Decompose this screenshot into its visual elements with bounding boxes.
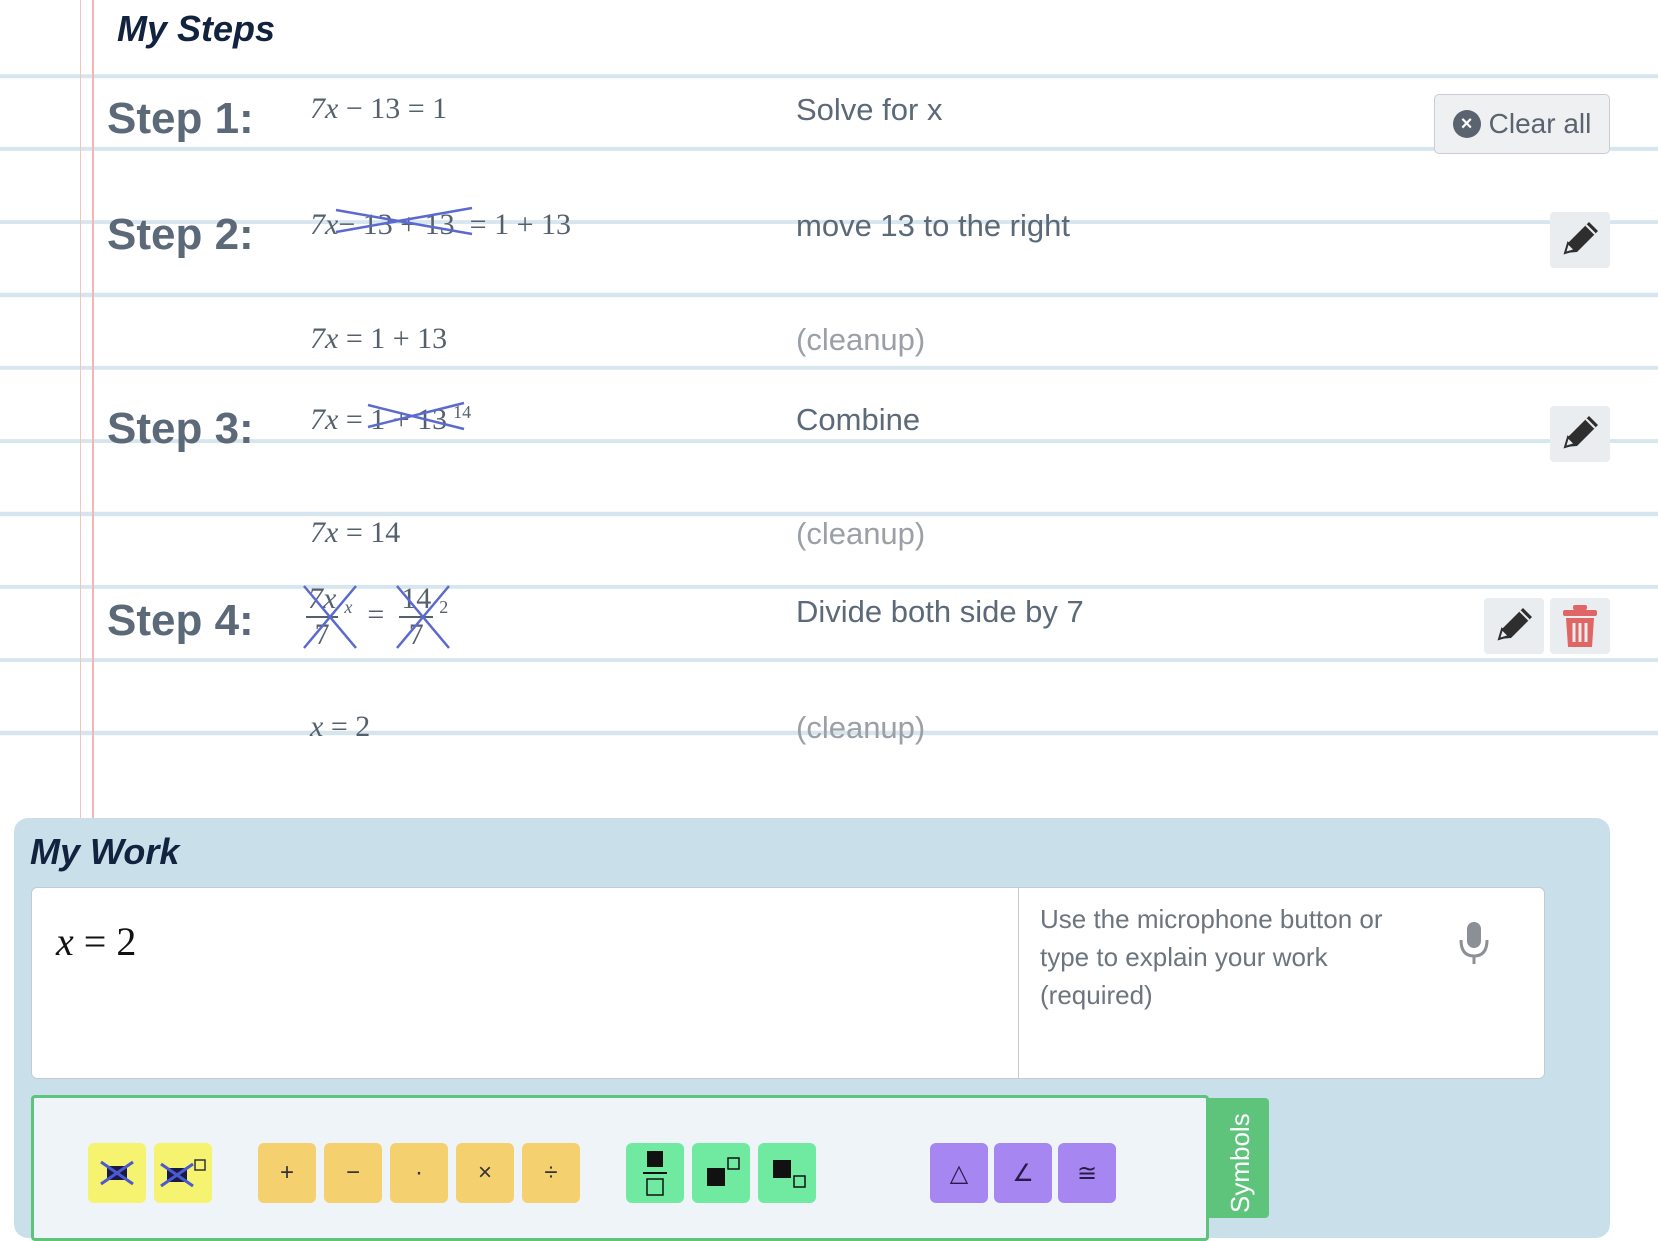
step-1-math: 7x − 13 = 1 [310, 92, 448, 125]
clear-all-button[interactable]: × Clear all [1434, 94, 1610, 154]
struck-term: − 13 + 13 [336, 206, 473, 242]
triangle-key[interactable]: △ [930, 1143, 988, 1203]
edit-step-4-button[interactable] [1484, 598, 1544, 654]
trash-icon [1563, 605, 1597, 647]
close-circle-icon: × [1452, 110, 1481, 138]
strike-mark-icon [367, 401, 465, 431]
exponent-icon [707, 1157, 740, 1186]
exponent-key[interactable] [692, 1143, 750, 1203]
microphone-button[interactable] [1457, 920, 1491, 971]
step-4-math: 7x 7 x = 14 7 2 [303, 582, 451, 652]
strike-mark-icon [396, 585, 451, 649]
work-title: My Work [30, 831, 180, 872]
subscript-key[interactable] [758, 1143, 816, 1203]
step-3-label: Step 3: [107, 404, 254, 453]
step-4-cleanup-math: x = 2 [310, 710, 371, 743]
step-3-math: 7x = 1 + 13 14 [310, 401, 471, 437]
left-fraction: 7x 7 [303, 582, 357, 652]
step-2-description: move 13 to the right [796, 208, 1070, 243]
strike-box-exponent-icon [160, 1159, 206, 1188]
clear-all-label: Clear all [1488, 108, 1592, 139]
steps-title: My Steps [117, 8, 276, 49]
microphone-icon [1459, 922, 1489, 964]
step-2-cleanup-label: (cleanup) [796, 322, 926, 357]
pencil-icon [1563, 222, 1598, 255]
pencil-icon [1563, 416, 1598, 449]
dot-key[interactable]: · [390, 1143, 448, 1203]
subscript-icon [773, 1160, 806, 1188]
step-4-cleanup-label: (cleanup) [796, 710, 926, 745]
times-key[interactable]: × [456, 1143, 514, 1203]
step-3-cleanup-math: 7x = 14 [310, 516, 401, 549]
step-3-description: Combine [796, 402, 921, 437]
step-3-cleanup-label: (cleanup) [796, 516, 926, 551]
work-box: x = 2 Use the microphone button or type … [31, 887, 1545, 1079]
symbols-tab[interactable]: Symbols [1207, 1098, 1269, 1218]
math-input-value: x = 2 [56, 919, 137, 964]
struck-term: 1 + 13 [367, 401, 465, 437]
angle-key[interactable]: ∠ [994, 1143, 1052, 1203]
step-1-label: Step 1: [107, 94, 254, 143]
explanation-input[interactable]: Use the microphone button or type to exp… [1040, 900, 1430, 1014]
strike-mark-icon [336, 206, 473, 236]
step-1-description: Solve for x [796, 92, 943, 127]
right-fraction: 14 7 [396, 582, 451, 652]
edit-step-2-button[interactable] [1550, 212, 1610, 268]
strike-key[interactable] [88, 1143, 146, 1203]
plus-key[interactable]: + [258, 1143, 316, 1203]
step-2-label: Step 2: [107, 210, 254, 259]
step-2-math: 7x− 13 + 13 = 1 + 13 [310, 206, 571, 242]
minus-key[interactable]: − [324, 1143, 382, 1203]
fraction-key[interactable] [626, 1143, 684, 1203]
math-input[interactable]: x = 2 [32, 888, 1019, 1078]
fraction-icon [643, 1151, 667, 1196]
step-2-cleanup-math: 7x = 1 + 13 [310, 322, 448, 355]
edit-step-3-button[interactable] [1550, 406, 1610, 462]
symbols-tab-label: Symbols [1225, 1113, 1255, 1213]
step-4-label: Step 4: [107, 596, 254, 645]
strike-exponent-key[interactable] [154, 1143, 212, 1203]
step-4-description: Divide both side by 7 [796, 594, 1084, 629]
delete-step-4-button[interactable] [1550, 598, 1610, 654]
strike-mark-icon [303, 585, 357, 649]
pencil-icon [1497, 608, 1532, 641]
congruent-key[interactable]: ≅ [1058, 1143, 1116, 1203]
divide-key[interactable]: ÷ [522, 1143, 580, 1203]
strike-box-icon [100, 1160, 134, 1186]
